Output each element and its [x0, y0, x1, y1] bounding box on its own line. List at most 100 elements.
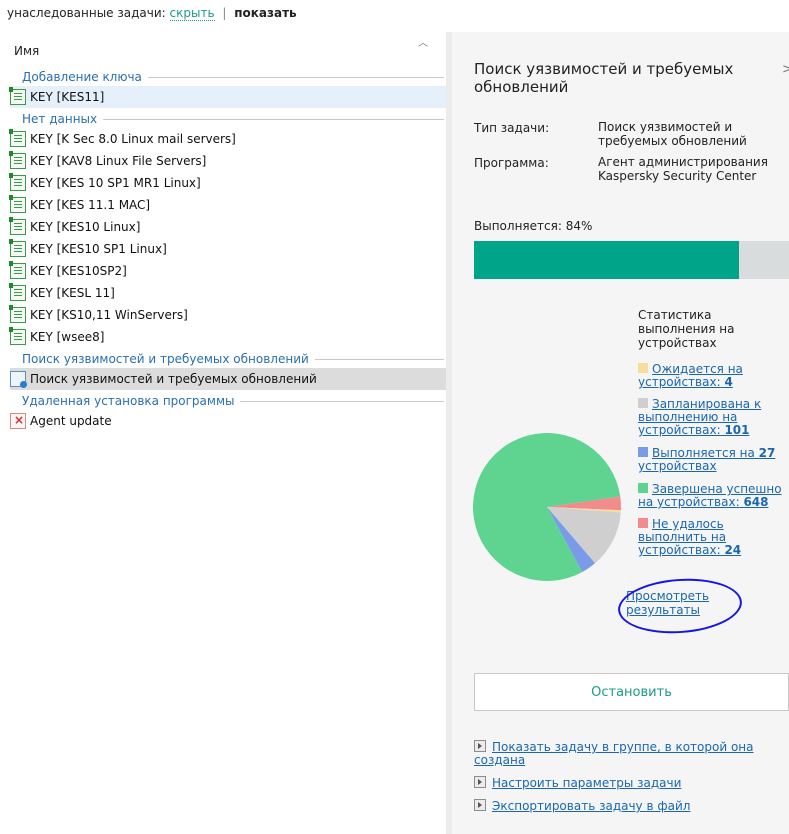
task-row[interactable]: KEY [KAV8 Linux File Servers] [9, 150, 446, 172]
key-task-icon [9, 239, 26, 257]
chevron-up-icon[interactable]: ︿ [418, 34, 428, 49]
legend-link[interactable]: Завершена успешно на устройствах: 648 [638, 482, 782, 509]
key-task-icon [9, 129, 26, 147]
task-name: Поиск уязвимостей и требуемых обновлений [30, 372, 317, 386]
task-row[interactable]: KEY [KES10 SP1 Linux] [9, 238, 446, 260]
export-task-link[interactable]: Экспортировать задачу в файл [492, 799, 690, 813]
expand-arrow-icon [474, 776, 486, 788]
legend-link[interactable]: Запланирована к выполнению на устройства… [638, 397, 761, 437]
progress-bar-fill [474, 241, 739, 279]
task-name: Agent update [30, 414, 112, 428]
group-header: Удаленная установка программы [22, 392, 444, 410]
task-row[interactable]: KEY [KES 10 SP1 MR1 Linux] [9, 172, 446, 194]
group-divider [314, 358, 444, 360]
show-in-group-link[interactable]: Показать задачу в группе, в которой она … [474, 740, 754, 767]
task-name: KEY [KAV8 Linux File Servers] [30, 154, 207, 168]
task-list: Имя ︿ Добавление ключа KEY [KES11] Нет дан… [0, 32, 446, 834]
task-row[interactable]: KEY [KESL 11] [9, 282, 446, 304]
key-task-icon [9, 327, 26, 345]
legend-link[interactable]: Не удалось выполнить на устройствах: 24 [638, 517, 741, 557]
key-task-icon [9, 151, 26, 169]
key-task-icon [9, 173, 26, 191]
task-row[interactable]: KEY [wsee8] [9, 326, 446, 348]
task-type-label: Тип задачи: [474, 121, 550, 135]
hide-inherited-link[interactable]: скрыть [169, 6, 215, 21]
group-divider [240, 400, 444, 402]
inherited-tasks-bar: унаследованные задачи: скрыть | показать [7, 6, 297, 24]
legend-item: Выполняется на 27 устройствах [638, 447, 786, 473]
group-header-label: Добавление ключа [22, 70, 142, 84]
group-header: Поиск уязвимостей и требуемых обновлений [22, 350, 444, 368]
task-name: KEY [KS10,11 WinServers] [30, 308, 188, 322]
task-row[interactable]: KEY [KS10,11 WinServers] [9, 304, 446, 326]
key-task-icon [9, 217, 26, 235]
vulnerability-scan-icon [10, 371, 27, 388]
legend-count: 27 [758, 446, 776, 460]
highlight-circle-annotation [616, 574, 744, 638]
action-show-in-group[interactable]: Показать задачу в группе, в которой она … [474, 740, 784, 767]
task-row[interactable]: KEY [KES 11.1 MAC] [9, 194, 446, 216]
task-name: KEY [KES10 Linux] [30, 220, 141, 234]
legend-text: Не удалось выполнить на устройствах: [638, 517, 727, 557]
legend-count: 648 [743, 495, 769, 509]
configure-task-link[interactable]: Настроить параметры задачи [492, 776, 681, 790]
progress-label-text: Выполняется: [474, 219, 562, 233]
task-row[interactable]: KEY [KES11] [9, 86, 446, 108]
legend-link[interactable]: Выполняется на 27 устройствах [638, 446, 775, 473]
program-label: Программа: [474, 156, 549, 170]
group-divider [147, 76, 444, 78]
task-row[interactable]: KEY [KES10SP2] [9, 260, 446, 282]
key-task-icon [9, 305, 26, 323]
legend-suffix: устройствах [638, 459, 717, 473]
group-divider [103, 118, 444, 120]
legend-swatch [638, 447, 648, 457]
task-name: KEY [KES 11.1 MAC] [30, 198, 151, 212]
stats-title: Статистика выполнения на устройствах [638, 308, 735, 350]
task-name: KEY [KES10 SP1 Linux] [30, 242, 167, 256]
group-header-label: Удаленная установка программы [22, 394, 235, 408]
program-value: Агент администрирования Kaspersky Securi… [598, 155, 768, 183]
details-title: Поиск уязвимостей и требуемых обновлений [474, 60, 734, 96]
inherited-tasks-label: унаследованные задачи: [7, 6, 166, 20]
legend-item: Завершена успешно на устройствах: 648 [638, 483, 786, 509]
group-header-label: Поиск уязвимостей и требуемых обновлений [22, 352, 309, 366]
task-name: KEY [KESL 11] [30, 286, 115, 300]
action-export-task[interactable]: Экспортировать задачу в файл [474, 799, 784, 813]
legend-item: Не удалось выполнить на устройствах: 24 [638, 518, 786, 557]
task-row[interactable]: Agent update [10, 410, 446, 432]
group-header: Добавление ключа [22, 68, 444, 86]
task-row[interactable]: KEY [K Sec 8.0 Linux mail servers] [9, 128, 446, 150]
progress-bar [474, 241, 789, 279]
task-type-value: Поиск уязвимостей и требуемых обновлений [598, 120, 747, 148]
column-header-name[interactable]: Имя [14, 44, 39, 58]
legend-count: 4 [724, 375, 733, 389]
progress-percent: 84% [565, 219, 593, 233]
device-stats-pie-chart [473, 432, 622, 581]
key-task-icon [9, 283, 26, 301]
legend-link[interactable]: Ожидается на устройствах: 4 [638, 362, 743, 389]
task-name: KEY [K Sec 8.0 Linux mail servers] [30, 132, 236, 146]
legend-count: 101 [724, 423, 750, 437]
task-row[interactable]: Поиск уязвимостей и требуемых обновлений [10, 368, 446, 390]
key-task-icon [9, 195, 26, 213]
expand-arrow-icon [474, 799, 486, 811]
show-inherited-link[interactable]: показать [234, 6, 296, 20]
legend-item: Запланирована к выполнению на устройства… [638, 398, 786, 437]
task-name: KEY [KES11] [30, 90, 105, 104]
legend-swatch [638, 483, 648, 493]
stop-button[interactable]: Остановить [474, 673, 789, 711]
legend-swatch [638, 518, 648, 528]
group-header: Нет данных [22, 110, 444, 128]
legend-count: 24 [724, 543, 742, 557]
legend-item: Ожидается на устройствах: 4 [638, 363, 786, 389]
task-row[interactable]: KEY [KES10 Linux] [9, 216, 446, 238]
task-details-panel: Поиск уязвимостей и требуемых обновлений… [452, 32, 789, 834]
key-task-icon [9, 87, 26, 105]
close-icon[interactable]: > [782, 62, 789, 77]
progress-label: Выполняется: 84% [474, 219, 592, 233]
remote-install-icon [10, 413, 26, 429]
task-name: KEY [KES 10 SP1 MR1 Linux] [30, 176, 201, 190]
group-header-label: Нет данных [22, 112, 98, 126]
task-name: KEY [wsee8] [30, 330, 105, 344]
action-configure-task[interactable]: Настроить параметры задачи [474, 776, 784, 790]
